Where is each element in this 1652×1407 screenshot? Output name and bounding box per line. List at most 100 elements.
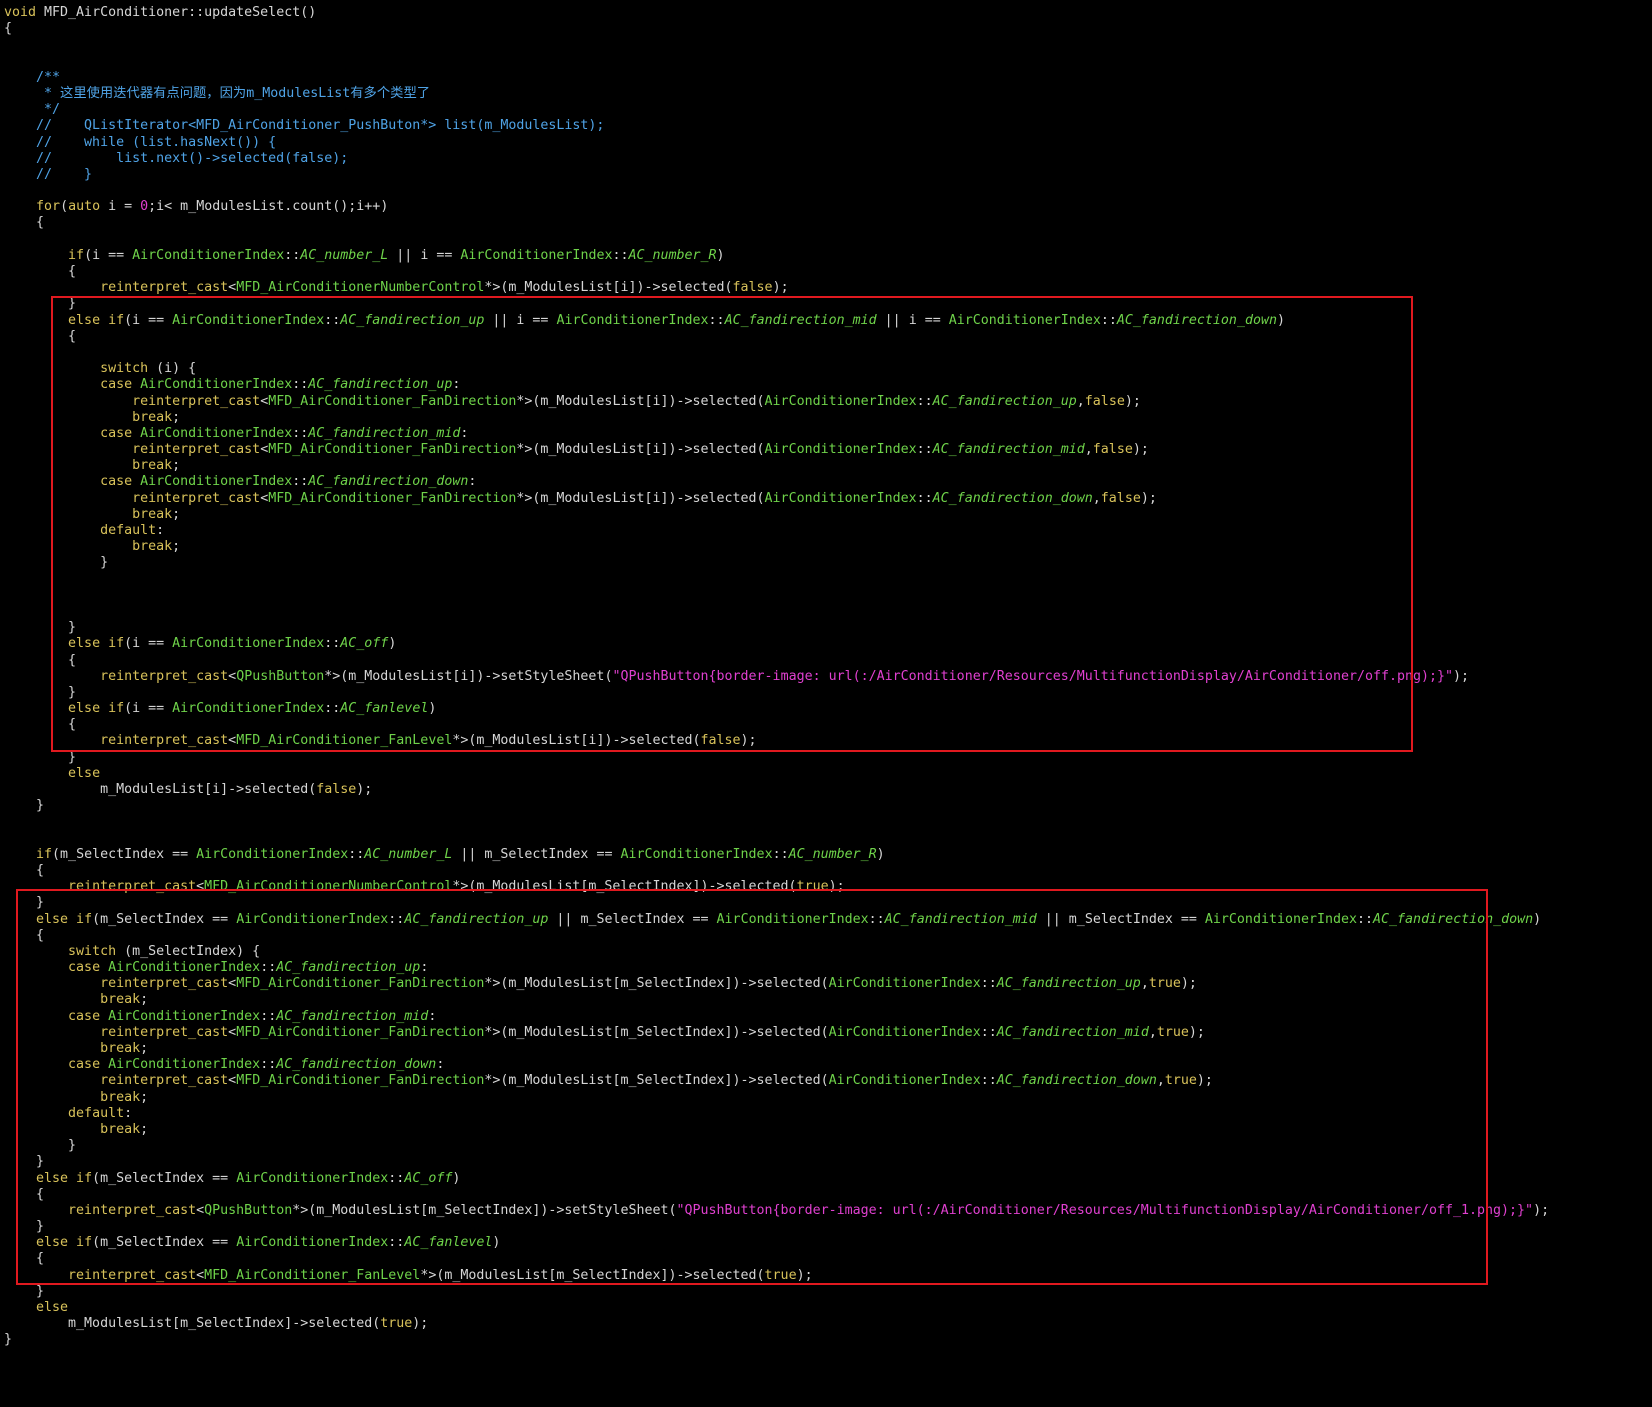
code-token: false bbox=[316, 782, 357, 797]
code-token: AC_fanlevel bbox=[404, 1235, 493, 1251]
code-token: AC_off bbox=[404, 1170, 453, 1186]
code-line: default: bbox=[4, 1106, 1549, 1122]
code-token: reinterpret_cast bbox=[132, 442, 261, 458]
code-token: ( bbox=[60, 199, 69, 215]
code-line: if(i == AirConditionerIndex::AC_number_L… bbox=[4, 248, 1549, 264]
code-editor[interactable]: void MFD_AirConditioner::updateSelect(){… bbox=[0, 0, 1652, 1407]
code-line: } bbox=[4, 750, 1549, 766]
code-token: auto bbox=[68, 199, 109, 215]
code-token: *>(m_ModulesList[m_SelectIndex])->setSty… bbox=[292, 1202, 677, 1218]
code-token: || m_SelectIndex == bbox=[452, 846, 621, 862]
code-line: { bbox=[4, 928, 1549, 944]
code-view[interactable]: void MFD_AirConditioner::updateSelect(){… bbox=[4, 5, 1549, 1349]
code-token: { bbox=[4, 927, 45, 943]
code-token: < bbox=[260, 442, 269, 458]
code-token: :: bbox=[260, 960, 277, 976]
code-token: else if bbox=[68, 701, 125, 717]
code-line: // QListIterator<MFD_AirConditioner_Push… bbox=[4, 118, 1549, 134]
code-token: :: bbox=[348, 846, 365, 862]
code-token: { bbox=[4, 328, 77, 344]
code-line: switch (m_SelectIndex) { bbox=[4, 944, 1549, 960]
code-token: } bbox=[4, 1219, 45, 1235]
code-token: ); bbox=[740, 733, 757, 749]
code-token: AC_off bbox=[340, 636, 389, 652]
code-token: ) bbox=[428, 701, 437, 717]
code-line: { bbox=[4, 717, 1549, 733]
code-line: } bbox=[4, 1138, 1549, 1154]
code-token: : bbox=[468, 474, 477, 490]
code-token: : bbox=[428, 1008, 437, 1024]
code-token: :: bbox=[260, 1008, 277, 1024]
code-token: :: bbox=[916, 442, 933, 458]
code-token: || i == bbox=[876, 312, 949, 328]
code-token: else if bbox=[68, 312, 125, 328]
code-token: else if bbox=[36, 911, 93, 927]
code-token: < bbox=[228, 280, 237, 296]
code-token: :: bbox=[324, 312, 341, 328]
code-token: AC_fandirection_mid bbox=[996, 1024, 1149, 1040]
code-token: // QListIterator<MFD_AirConditioner_Push… bbox=[4, 118, 605, 134]
code-token: MFD_AirConditionerNumberControl bbox=[204, 879, 453, 895]
code-token: ); bbox=[772, 280, 789, 296]
code-token: AC_number_L bbox=[364, 846, 453, 862]
code-line: case AirConditionerIndex::AC_fandirectio… bbox=[4, 960, 1549, 976]
code-token: if bbox=[36, 846, 53, 862]
code-token: :: bbox=[292, 474, 309, 490]
code-token: AC_number_R bbox=[628, 247, 717, 263]
code-line: // list.next()->selected(false); bbox=[4, 151, 1549, 167]
code-token: for bbox=[36, 199, 61, 215]
code-token: AirConditionerIndex bbox=[948, 312, 1101, 328]
code-line: } bbox=[4, 1284, 1549, 1300]
code-token: m_ModulesList[m_SelectIndex]->selected( bbox=[4, 1316, 381, 1332]
code-line: { bbox=[4, 653, 1549, 669]
code-token: } bbox=[4, 296, 77, 312]
code-token: ) bbox=[452, 1170, 461, 1186]
code-token: < bbox=[260, 393, 269, 409]
code-line: break; bbox=[4, 1090, 1549, 1106]
code-token: case bbox=[68, 1057, 109, 1073]
code-token: *>(m_ModulesList[m_SelectIndex])->select… bbox=[484, 1073, 829, 1089]
code-token: (m_SelectIndex == bbox=[52, 846, 197, 862]
code-token: */ bbox=[4, 102, 61, 118]
code-token: { bbox=[4, 21, 13, 37]
code-line: else if(i == AirConditionerIndex::AC_fan… bbox=[4, 701, 1549, 717]
code-token: ); bbox=[1188, 1024, 1205, 1040]
code-token: *>(m_ModulesList[m_SelectIndex])->select… bbox=[484, 1024, 829, 1040]
code-token: case bbox=[68, 960, 109, 976]
code-token: , bbox=[1140, 976, 1149, 992]
code-line: if(m_SelectIndex == AirConditionerIndex:… bbox=[4, 847, 1549, 863]
code-token: AC_fandirection_down bbox=[932, 490, 1093, 506]
code-token: (m_SelectIndex == bbox=[92, 1170, 237, 1186]
code-token: AirConditionerIndex bbox=[108, 1057, 261, 1073]
code-token: ); bbox=[796, 1267, 813, 1283]
code-token: AC_fandirection_mid bbox=[884, 911, 1037, 927]
code-token: ); bbox=[1533, 1202, 1550, 1218]
code-token: ); bbox=[412, 1316, 429, 1332]
code-token: ); bbox=[1453, 668, 1470, 684]
code-token: < bbox=[228, 668, 237, 684]
code-token: case bbox=[100, 425, 141, 441]
code-token: ); bbox=[356, 782, 373, 797]
code-token: AC_number_R bbox=[788, 846, 877, 862]
code-token: ; bbox=[140, 1041, 149, 1056]
code-token: void bbox=[4, 5, 45, 20]
code-token: AirConditionerIndex bbox=[172, 312, 325, 328]
code-token: * 这里使用迭代器有点问题，因为m_ModulesList有多个类型了 bbox=[4, 85, 431, 101]
code-token: (m_SelectIndex == bbox=[92, 1235, 237, 1251]
code-token: :: bbox=[772, 846, 789, 862]
code-token: :: bbox=[324, 636, 341, 652]
